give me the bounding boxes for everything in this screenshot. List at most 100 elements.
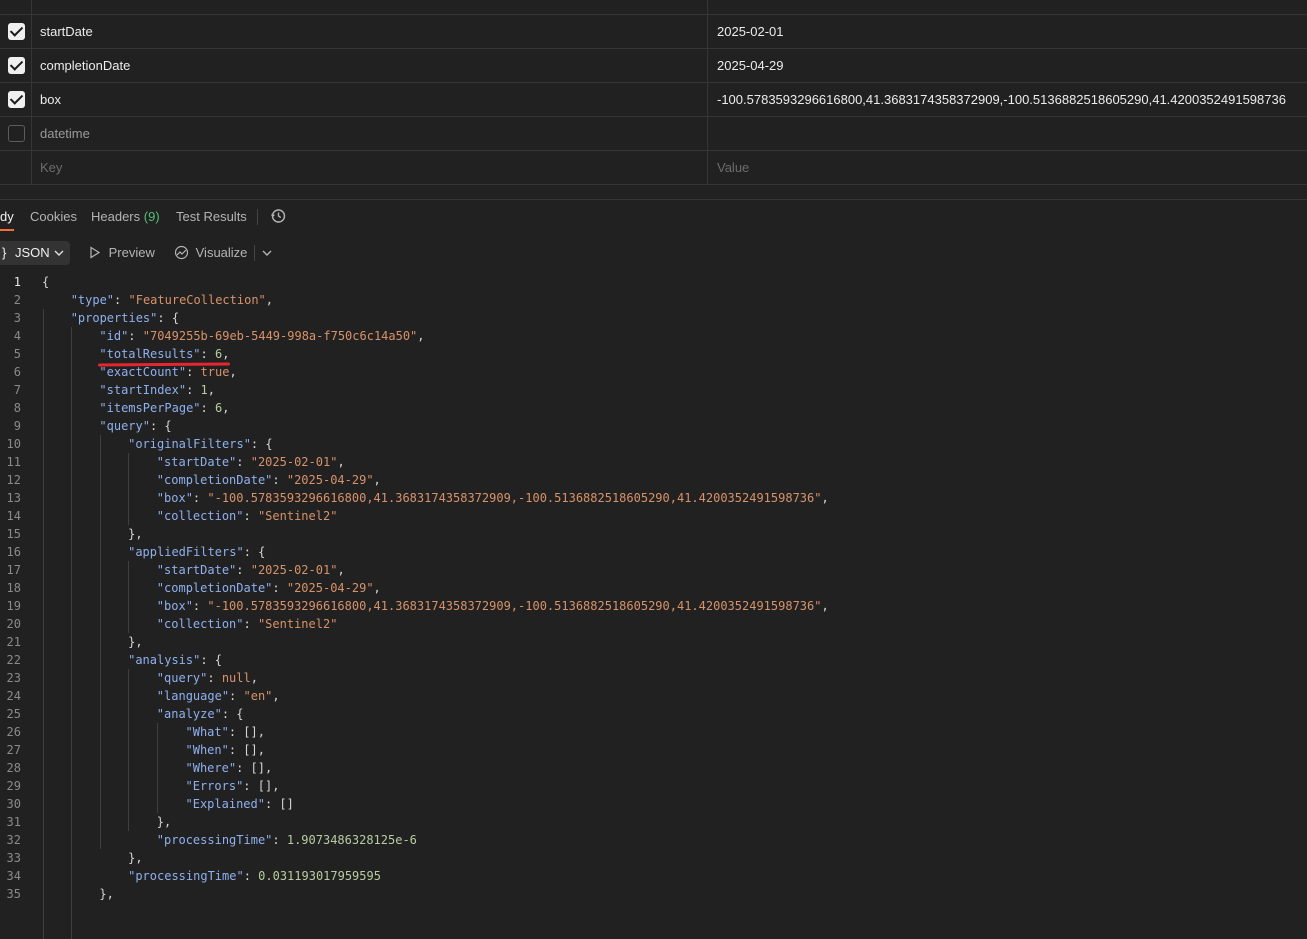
param-key-cell[interactable]: datetime (31, 117, 708, 150)
json-source: "startIndex": 1, (99, 381, 215, 399)
json-token: "query" (99, 419, 150, 433)
json-token: : (114, 293, 129, 307)
json-line: 15}, (0, 525, 1307, 543)
param-value-cell[interactable]: 2025-02-01 (708, 15, 1307, 48)
json-line: 9 "query": { (0, 417, 1307, 435)
json-source: }, (128, 633, 142, 651)
json-line: 35}, (0, 885, 1307, 903)
param-enabled-checkbox[interactable] (8, 125, 25, 142)
json-token: : [], (228, 725, 265, 739)
tab-headers[interactable]: Headers (9) (91, 209, 160, 224)
visualize-label: Visualize (195, 245, 248, 260)
query-params-table: startDate 2025-02-01 completionDate 2025-04… (0, 0, 1307, 185)
json-token: }, (99, 887, 114, 901)
json-token: "query" (156, 671, 208, 685)
json-token: : (186, 365, 201, 379)
json-token: , (229, 365, 237, 379)
json-source: "processingTime": 1.9073486328125e-6 (157, 831, 417, 849)
play-icon (90, 246, 101, 259)
json-token: : (243, 509, 258, 523)
json-source: "type": "FeatureCollection", (71, 291, 273, 309)
json-token: , (265, 293, 274, 307)
json-token: "collection" (156, 617, 244, 631)
param-value-cell[interactable] (708, 117, 1307, 150)
json-source: "startDate": "2025-02-01", (157, 453, 345, 471)
param-value-cell[interactable]: 2025-04-29 (708, 49, 1307, 82)
json-token: : [], (236, 761, 273, 775)
line-number: 14 (6, 509, 21, 523)
json-token: "collection" (156, 509, 244, 523)
visualize-button[interactable]: Visualize (174, 245, 247, 260)
json-line: 32 "processingTime": 1.9073486328125e-6 (0, 831, 1307, 849)
param-enabled-checkbox[interactable] (8, 23, 25, 40)
param-key-cell[interactable]: box (31, 83, 708, 116)
json-line: 11 "startDate": "2025-02-01", (0, 453, 1307, 471)
param-row: completionDate 2025-04-29 (0, 49, 1307, 83)
param-value-cell[interactable]: -100.5783593296616800,41.368317435837290… (708, 83, 1307, 116)
format-brace-icon: } (2, 245, 7, 260)
json-source: "totalResults": 6, (99, 345, 229, 363)
line-number: 8 (13, 401, 21, 415)
json-line: 30 "Explained": [] (0, 795, 1307, 813)
json-token: "box" (156, 491, 193, 505)
param-key-cell[interactable]: completionDate (31, 49, 708, 82)
json-token: : (243, 869, 259, 883)
json-source: "When": [], (186, 741, 265, 759)
line-number: 32 (6, 833, 21, 847)
param-value-input[interactable]: Value (708, 151, 1307, 184)
line-number: 24 (6, 689, 21, 703)
json-token: : (192, 599, 208, 613)
line-number: 17 (6, 563, 21, 577)
history-icon[interactable] (270, 208, 286, 227)
headers-count-badge: (9) (143, 209, 160, 224)
tab-body[interactable]: dy (0, 209, 14, 224)
json-response-viewer[interactable]: 1{2 "type": "FeatureCollection", 3 "propert… (0, 273, 1307, 939)
json-source: "language": "en", (157, 687, 280, 705)
json-token: : (186, 383, 201, 397)
json-source: "originalFilters": { (128, 435, 273, 453)
line-number: 21 (6, 635, 21, 649)
visualize-chevron-down-icon[interactable] (262, 249, 272, 257)
preview-button[interactable]: Preview (89, 245, 155, 260)
json-line: 10 "originalFilters": { (0, 435, 1307, 453)
param-enabled-checkbox[interactable] (8, 57, 25, 74)
param-enabled-checkbox[interactable] (8, 91, 25, 108)
json-token: : (200, 401, 215, 415)
json-token: "Sentinel2" (257, 509, 338, 523)
json-token: "2025-02-01" (250, 563, 338, 577)
line-number: 30 (6, 797, 21, 811)
param-key-cell[interactable]: startDate (31, 15, 708, 48)
json-token: "totalResults" (99, 347, 201, 361)
param-key: startDate (40, 24, 93, 39)
tab-test-results[interactable]: Test Results (176, 209, 247, 224)
format-json-dropdown[interactable]: } JSON (0, 241, 70, 265)
json-line: 16 "appliedFilters": { (0, 543, 1307, 561)
json-line: 22 "analysis": { (0, 651, 1307, 669)
json-line: 33}, (0, 849, 1307, 867)
json-line: 28 "Where": [], (0, 759, 1307, 777)
line-number: 19 (6, 599, 21, 613)
json-token: "startIndex" (99, 383, 187, 397)
json-source: }, (157, 813, 171, 831)
json-source: "analysis": { (128, 651, 222, 669)
tab-divider (257, 209, 258, 225)
json-line: 4 "id": "7049255b-69eb-5449-998a-f750c6c1… (0, 327, 1307, 345)
json-token: , (272, 689, 280, 703)
json-source: "collection": "Sentinel2" (157, 615, 338, 633)
line-number: 23 (6, 671, 21, 685)
line-number: 11 (6, 455, 21, 469)
json-token: , (337, 455, 345, 469)
json-source: "collection": "Sentinel2" (157, 507, 338, 525)
json-token: , (207, 383, 216, 397)
json-token: "en" (243, 689, 273, 703)
json-token: "type" (70, 293, 115, 307)
tab-cookies[interactable]: Cookies (30, 209, 77, 224)
json-token: , (222, 347, 230, 361)
json-line: 34 "processingTime": 0.031193017959595 (0, 867, 1307, 885)
line-number: 9 (13, 419, 21, 433)
json-line: 7 "startIndex": 1, (0, 381, 1307, 399)
param-key-input[interactable]: Key (31, 151, 708, 184)
divider (0, 199, 1307, 200)
json-line: 8 "itemsPerPage": 6, (0, 399, 1307, 417)
json-token: : (236, 455, 251, 469)
